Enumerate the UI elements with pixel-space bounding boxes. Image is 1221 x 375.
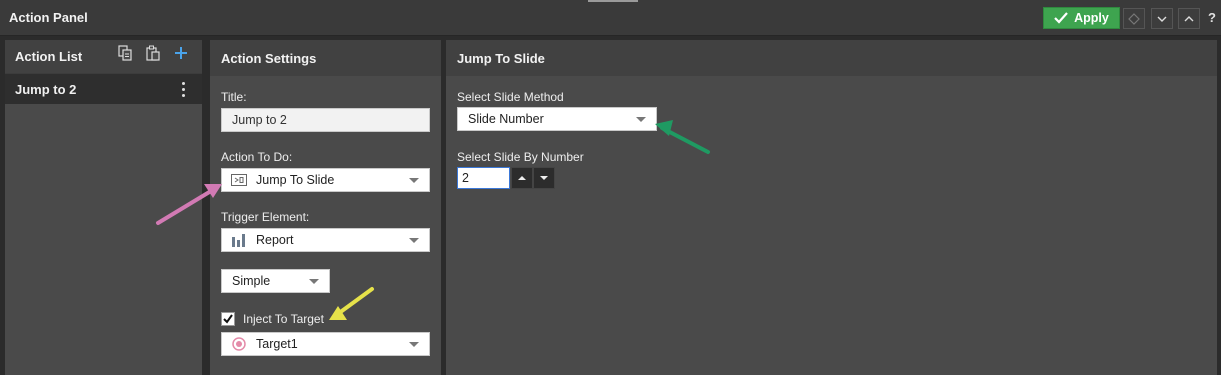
action-list-title: Action List	[15, 49, 83, 64]
mode-value: Simple	[232, 274, 271, 288]
add-action-button[interactable]	[172, 44, 190, 62]
action-list-panel: Action List Jump to 2	[5, 40, 202, 375]
apply-button-label: Apply	[1074, 11, 1109, 25]
chevron-up-icon	[1184, 15, 1194, 21]
jump-to-slide-title: Jump To Slide	[457, 50, 545, 66]
slide-number-increment-button[interactable]	[511, 167, 533, 189]
trigger-element-value: Report	[256, 233, 294, 247]
action-to-do-dropdown[interactable]: Jump To Slide	[221, 168, 430, 192]
trigger-element-label: Trigger Element:	[221, 210, 310, 224]
mode-dropdown[interactable]: Simple	[221, 269, 330, 293]
chevron-down-icon	[409, 342, 419, 347]
action-to-do-value: Jump To Slide	[256, 173, 335, 187]
action-settings-header: Action Settings	[210, 40, 441, 76]
kebab-icon[interactable]	[182, 82, 186, 97]
select-slide-method-value: Slide Number	[468, 112, 544, 126]
plus-icon	[175, 47, 187, 59]
select-slide-method-dropdown[interactable]: Slide Number	[457, 107, 657, 131]
trigger-element-dropdown[interactable]: Report	[221, 228, 430, 252]
chevron-down-icon	[636, 117, 646, 122]
copy-action-button[interactable]	[116, 44, 134, 62]
move-up-button[interactable]	[1178, 8, 1200, 29]
target-dropdown[interactable]: Target1	[221, 332, 430, 356]
action-list-item[interactable]: Jump to 2	[5, 73, 202, 104]
apply-button[interactable]: Apply	[1043, 7, 1120, 29]
spin-down-icon	[540, 176, 548, 180]
diamond-icon	[1128, 12, 1140, 25]
slide-number-value: 2	[462, 171, 469, 185]
action-to-do-label: Action To Do:	[221, 150, 293, 164]
slide-number-input[interactable]: 2	[457, 167, 510, 189]
title-input-value: Jump to 2	[232, 113, 287, 127]
action-list-toolbar	[116, 44, 190, 62]
panel-title: Action Panel	[9, 10, 88, 25]
inject-to-target-label: Inject To Target	[243, 312, 324, 326]
slide-action-icon	[231, 173, 247, 187]
action-settings-panel: Action Settings Title: Jump to 2 Action …	[210, 40, 441, 375]
checkbox-check-icon	[223, 314, 233, 324]
titlebar-accent	[588, 0, 638, 2]
action-panel-titlebar: Action Panel Apply ?	[0, 0, 1221, 36]
select-slide-number-label: Select Slide By Number	[457, 150, 584, 164]
title-input[interactable]: Jump to 2	[221, 108, 430, 132]
jump-to-slide-panel: Jump To Slide Select Slide Method Slide …	[446, 40, 1217, 375]
target-value: Target1	[256, 337, 298, 351]
target-icon	[231, 337, 247, 351]
jump-to-slide-header: Jump To Slide	[446, 40, 1217, 76]
select-slide-method-label: Select Slide Method	[457, 90, 564, 104]
inject-to-target-checkbox[interactable]	[221, 312, 235, 326]
paste-action-button[interactable]	[144, 44, 162, 62]
chevron-down-icon	[309, 279, 319, 284]
action-list-header: Action List	[5, 40, 202, 73]
slide-number-decrement-button[interactable]	[533, 167, 555, 189]
help-button[interactable]: ?	[1208, 10, 1216, 25]
spin-up-icon	[518, 176, 526, 180]
copy-icon	[118, 45, 132, 61]
chevron-down-icon	[409, 238, 419, 243]
action-list-item-label: Jump to 2	[15, 81, 77, 97]
title-label: Title:	[221, 90, 247, 104]
action-settings-title: Action Settings	[221, 50, 317, 66]
chevron-down-icon	[1157, 16, 1167, 22]
diamond-button[interactable]	[1123, 8, 1145, 29]
chevron-down-icon	[409, 178, 419, 183]
paste-icon	[146, 45, 160, 61]
move-down-button[interactable]	[1151, 8, 1173, 29]
check-icon	[1054, 12, 1068, 24]
bar-chart-icon	[231, 233, 247, 247]
